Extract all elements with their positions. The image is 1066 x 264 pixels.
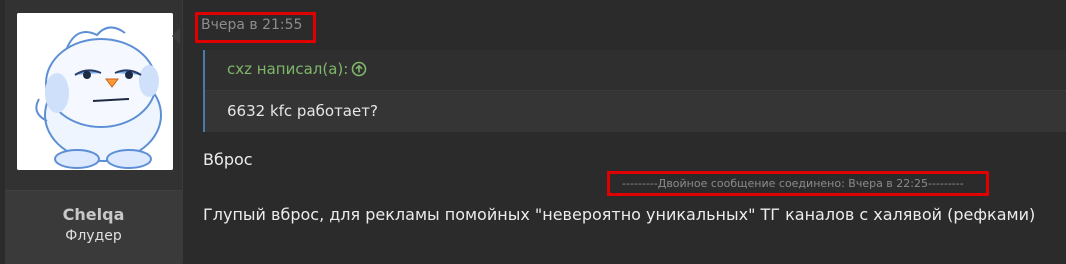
username[interactable]: Chelqa xyxy=(5,205,182,224)
avatar[interactable] xyxy=(17,13,173,170)
highlight-box-timestamp xyxy=(195,12,316,43)
message-text-1: Вброс xyxy=(203,150,253,169)
user-title: Флудер xyxy=(65,228,122,244)
quote-author: cxz написал(а): xyxy=(227,60,349,78)
highlight-box-merge-note xyxy=(607,171,989,196)
message-text-2: Глупый вброс, для рекламы помойных "неве… xyxy=(203,205,1036,224)
quote-text: 6632 kfc работает? xyxy=(227,102,378,120)
user-info-panel: Chelqa Флудер xyxy=(5,190,182,264)
quote-header: cxz написал(а): xyxy=(205,50,1066,91)
message-arrow xyxy=(172,28,180,44)
quote-block: cxz написал(а): 6632 kfc работает? xyxy=(203,50,1066,132)
user-column: Chelqa Флудер xyxy=(5,0,183,264)
avatar-image xyxy=(17,13,173,170)
arrow-up-circle-icon[interactable] xyxy=(351,61,367,77)
